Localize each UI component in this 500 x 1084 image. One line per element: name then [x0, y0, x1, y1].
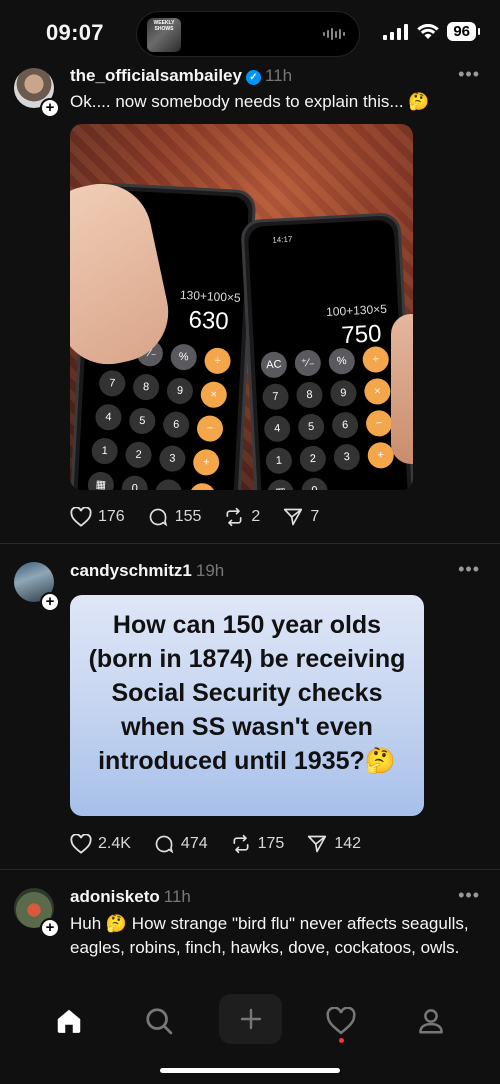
send-icon	[308, 835, 327, 853]
right-phone: 14:17 100+130×5 750 AC ⁺∕₋ % ÷ 7 8 9 × 4…	[240, 212, 413, 490]
activity-heart-icon	[326, 1007, 356, 1035]
nav-profile[interactable]	[406, 996, 456, 1046]
post-text: Huh 🤔 How strange "bird flu" never affec…	[70, 914, 469, 957]
left-calc-result: 630	[187, 306, 230, 336]
post-time: 11h	[163, 887, 191, 906]
like-button[interactable]: 176	[70, 507, 125, 527]
post-username-row: adonisketo 11h	[70, 887, 191, 907]
reply-button[interactable]: 155	[147, 507, 202, 527]
create-icon	[240, 1008, 261, 1030]
like-button[interactable]: 2.4K	[70, 834, 131, 854]
thread-post[interactable]: + the_officialsambailey ✓ 11h ••• Ok.... n…	[0, 0, 500, 543]
post-actions: 176 155 2 7	[70, 507, 341, 527]
home-indicator[interactable]	[160, 1068, 340, 1073]
post-time: 19h	[195, 561, 225, 580]
heart-icon	[70, 834, 92, 854]
post-text: Ok.... now somebody needs to explain thi…	[70, 92, 430, 111]
follow-plus-icon[interactable]: +	[40, 592, 60, 612]
post-divider	[0, 543, 500, 544]
avatar[interactable]: +	[14, 68, 60, 118]
home-icon	[57, 1009, 81, 1033]
post-divider	[0, 869, 500, 870]
username[interactable]: adonisketo	[70, 887, 160, 906]
share-count: 142	[334, 835, 362, 852]
share-button[interactable]: 7	[282, 507, 319, 527]
repost-icon	[226, 507, 242, 527]
search-icon	[146, 1008, 173, 1035]
share-count: 7	[310, 508, 320, 525]
nav-search[interactable]	[134, 996, 184, 1046]
avatar[interactable]: +	[14, 562, 60, 612]
profile-icon	[419, 1009, 443, 1034]
right-phone-clock: 14:17	[272, 234, 293, 245]
reply-count: 474	[180, 835, 208, 852]
follow-plus-icon[interactable]: +	[40, 918, 60, 938]
share-button[interactable]: 142	[306, 834, 361, 854]
more-options-icon[interactable]: •••	[458, 64, 480, 85]
repost-count: 175	[257, 835, 285, 852]
post-username-row: the_officialsambailey ✓ 11h	[70, 66, 292, 86]
reply-count: 155	[174, 508, 202, 525]
like-count: 176	[98, 508, 125, 525]
text-card-content: How can 150 year olds (born in 1874) be …	[88, 611, 406, 775]
nav-create[interactable]	[219, 994, 282, 1044]
username[interactable]: candyschmitz1	[70, 561, 192, 580]
post-username-row: candyschmitz1 19h	[70, 561, 224, 581]
notification-dot	[339, 1038, 344, 1043]
more-options-icon[interactable]: •••	[458, 885, 480, 906]
repost-count: 2	[251, 508, 261, 525]
send-icon	[284, 508, 303, 526]
verified-badge-icon: ✓	[245, 70, 261, 85]
comment-icon	[149, 508, 167, 527]
comment-icon	[155, 835, 174, 854]
more-options-icon[interactable]: •••	[458, 559, 480, 580]
avatar[interactable]: +	[14, 888, 60, 938]
hand-finger	[391, 314, 413, 464]
reply-button[interactable]: 474	[153, 834, 208, 854]
nav-home[interactable]	[44, 996, 94, 1046]
follow-plus-icon[interactable]: +	[40, 98, 60, 118]
post-image-calculators[interactable]: 130+100×5 630 AC ⁺∕₋ % ÷ 7 8 9 × 4 5 6 −…	[70, 124, 413, 490]
post-time: 11h	[264, 66, 293, 85]
repost-icon	[233, 834, 249, 854]
post-actions: 2.4K 474 175 142	[70, 834, 383, 854]
repost-button[interactable]: 2	[223, 507, 260, 527]
like-count: 2.4K	[98, 835, 131, 852]
post-image-text-card[interactable]: How can 150 year olds (born in 1874) be …	[70, 595, 424, 816]
username[interactable]: the_officialsambailey	[70, 66, 242, 85]
repost-button[interactable]: 175	[230, 834, 285, 854]
heart-icon	[70, 507, 92, 527]
